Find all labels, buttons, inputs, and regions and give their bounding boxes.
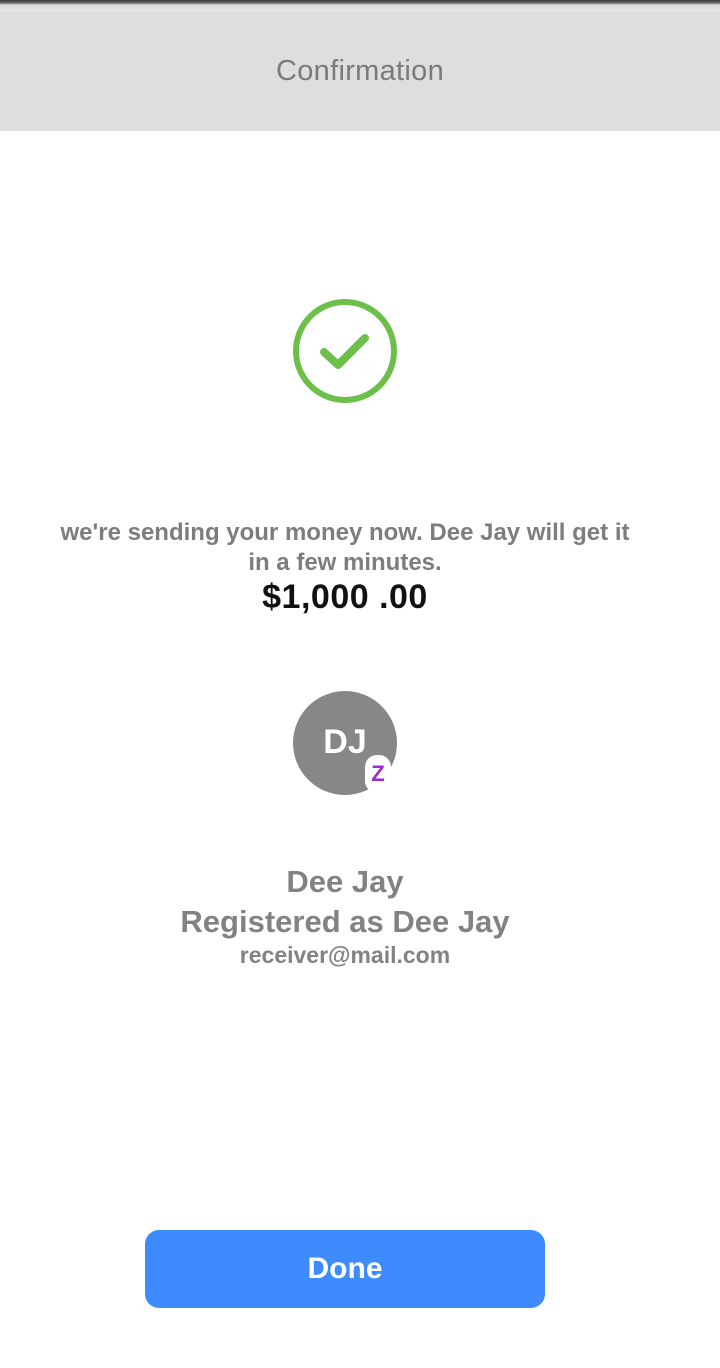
zelle-badge-letter: Z — [371, 761, 385, 786]
recipient-name: Dee Jay — [286, 864, 404, 899]
recipient-email: receiver@mail.com — [239, 942, 451, 968]
done-button[interactable]: Done — [145, 1230, 545, 1308]
status-bar — [0, 0, 720, 12]
done-button-label: Done — [307, 1252, 383, 1285]
recipient-registered-name: Registered as Dee Jay — [180, 904, 510, 939]
page-title: Confirmation — [276, 54, 444, 87]
check-circle-icon — [293, 299, 397, 403]
transfer-amount: $1,000 .00 — [262, 578, 428, 616]
app-header: Confirmation — [0, 12, 720, 131]
confirmation-message: we're sending your money now. Dee Jay wi… — [60, 519, 630, 576]
recipient-avatar: DJ Z — [293, 691, 397, 795]
zelle-icon: Z — [365, 755, 391, 793]
